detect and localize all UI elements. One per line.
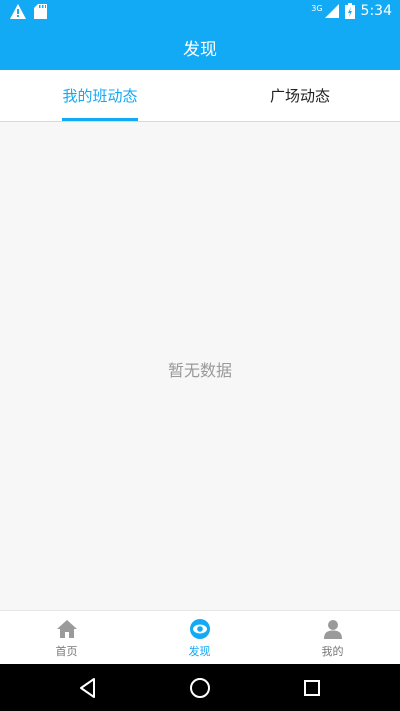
signal-icon — [324, 4, 339, 18]
nav-item-home[interactable]: 首页 — [0, 611, 133, 665]
nav-item-discover[interactable]: 发现 — [133, 611, 266, 665]
home-button-icon[interactable] — [188, 676, 212, 700]
person-icon — [323, 619, 342, 639]
tab-bar: 我的班动态 广场动态 — [0, 70, 400, 122]
app-header: 发现 — [0, 24, 400, 70]
tab-square-feed[interactable]: 广场动态 — [200, 70, 400, 121]
status-bar: 3G 5:34 — [0, 0, 400, 24]
sd-card-icon — [34, 4, 47, 19]
back-icon[interactable] — [76, 676, 100, 700]
feed-content[interactable]: 暂无数据 — [0, 122, 400, 610]
tab-my-class-feed[interactable]: 我的班动态 — [0, 70, 200, 121]
system-nav-bar — [0, 664, 400, 711]
clock: 5:34 — [360, 3, 392, 19]
active-tab-indicator — [62, 118, 138, 121]
tab-label: 我的班动态 — [62, 87, 138, 105]
home-icon — [56, 619, 77, 638]
page-title: 发现 — [183, 39, 217, 60]
nav-label: 我的 — [321, 644, 344, 658]
nav-label: 发现 — [188, 644, 211, 658]
recents-icon[interactable] — [300, 676, 324, 700]
empty-state-message: 暂无数据 — [167, 361, 232, 380]
battery-icon — [344, 3, 355, 19]
status-right: 3G 5:34 — [311, 3, 392, 19]
status-left-icons — [10, 4, 47, 19]
network-type-label: 3G — [311, 3, 323, 13]
nav-label: 首页 — [55, 644, 78, 658]
eye-icon — [189, 618, 210, 639]
nav-item-mine[interactable]: 我的 — [266, 611, 399, 665]
tab-label: 广场动态 — [269, 87, 330, 105]
bottom-nav: 首页 发现 我的 — [0, 610, 400, 665]
warning-icon — [10, 4, 26, 19]
